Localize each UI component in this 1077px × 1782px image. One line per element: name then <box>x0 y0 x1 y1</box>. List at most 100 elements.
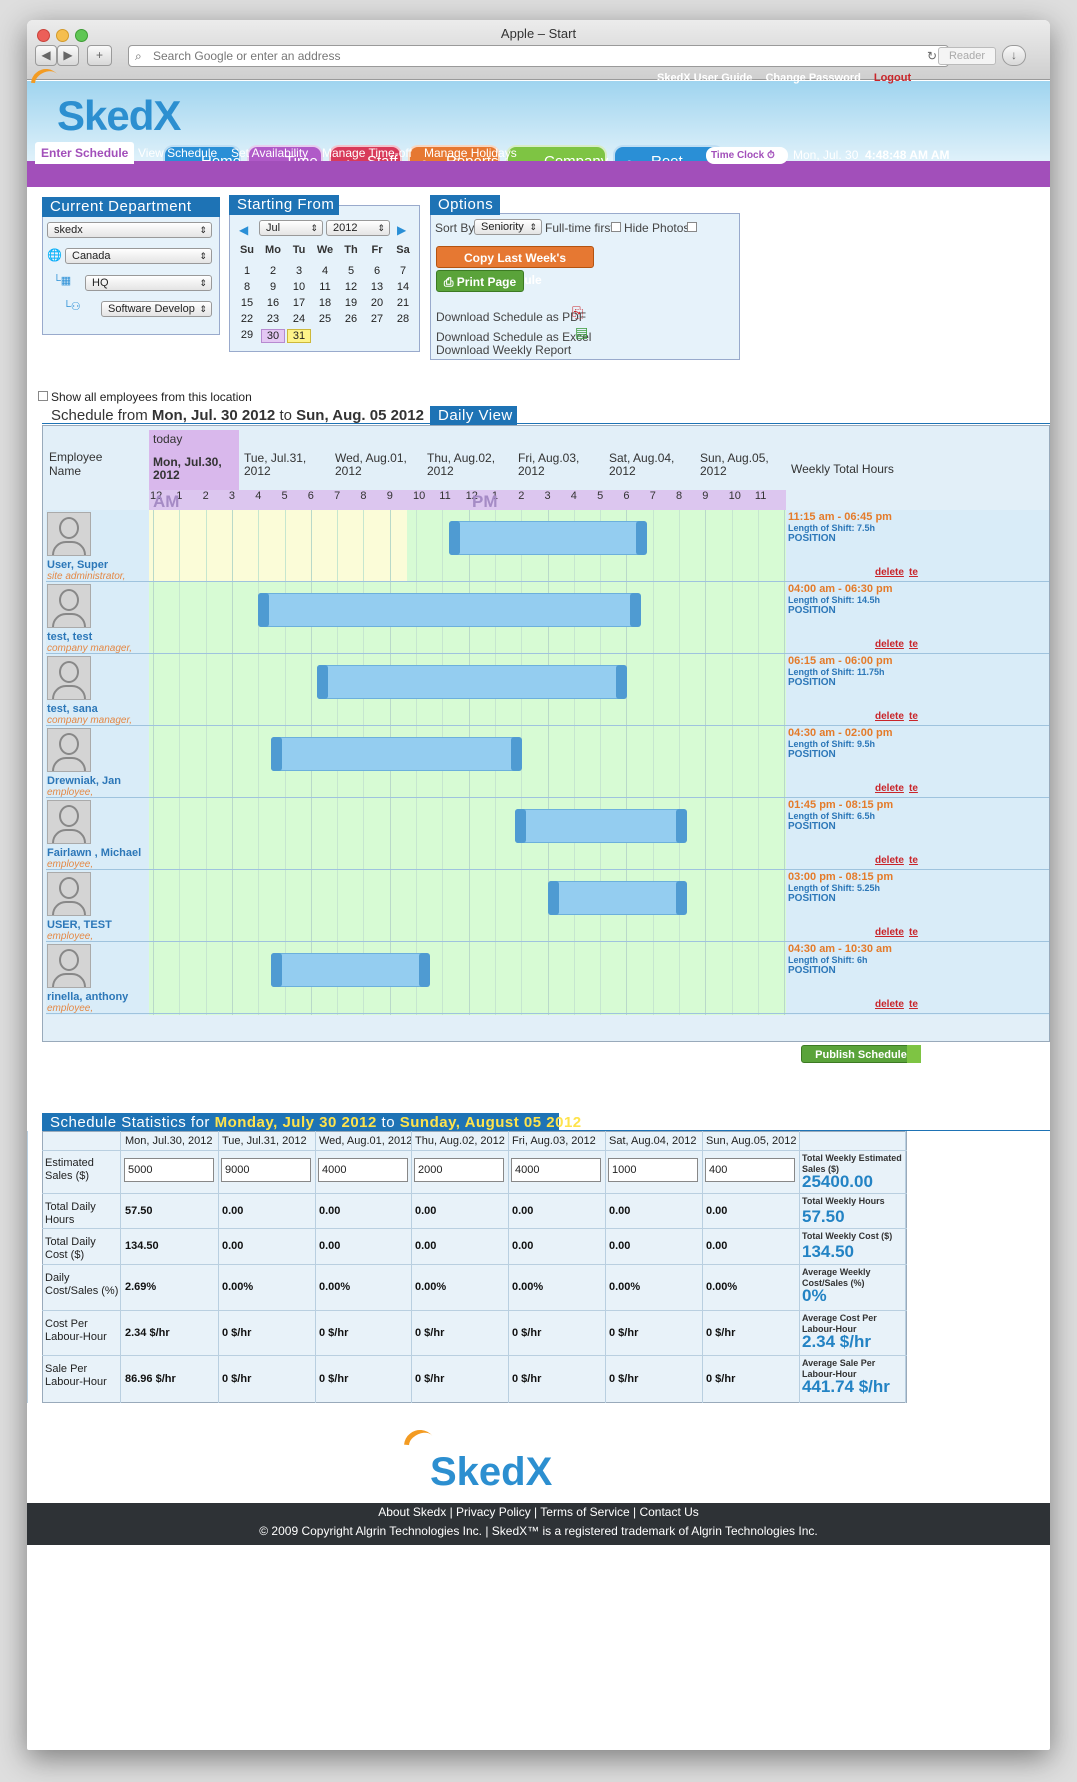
delete-shift-link[interactable]: delete <box>875 855 904 866</box>
employee-name[interactable]: test, sana <box>47 703 98 715</box>
company-select[interactable]: skedx <box>47 222 212 238</box>
sort-by-select[interactable]: Seniority <box>474 219 542 235</box>
avatar[interactable] <box>47 800 91 844</box>
calendar-day[interactable]: 20 <box>365 297 389 309</box>
shift-end-handle[interactable] <box>675 809 687 843</box>
shift-bar[interactable] <box>547 881 687 915</box>
month-select[interactable]: Jul <box>259 220 323 236</box>
about-link[interactable]: About Skedx <box>378 1505 446 1519</box>
employee-name[interactable]: Fairlawn , Michael <box>47 847 141 859</box>
calendar-day[interactable]: 28 <box>391 313 415 325</box>
employee-name[interactable]: test, test <box>47 631 92 643</box>
calendar-day[interactable]: 22 <box>235 313 259 325</box>
calendar-day[interactable]: 1 <box>235 265 259 277</box>
edit-shift-link[interactable]: te <box>909 999 918 1010</box>
calendar-day[interactable]: 30 <box>261 329 285 343</box>
avatar[interactable] <box>47 512 91 556</box>
calendar-day[interactable]: 10 <box>287 281 311 293</box>
calendar-day[interactable]: 29 <box>235 329 259 341</box>
employee-name[interactable]: Drewniak, Jan <box>47 775 121 787</box>
department-select[interactable]: Software Develop <box>101 301 212 317</box>
delete-shift-link[interactable]: delete <box>875 927 904 938</box>
address-bar[interactable]: ⌕ Search Google or enter an address ↻ <box>128 45 949 67</box>
calendar-day[interactable]: 13 <box>365 281 389 293</box>
avatar[interactable] <box>47 944 91 988</box>
calendar-day[interactable]: 8 <box>235 281 259 293</box>
calendar-day[interactable]: 23 <box>261 313 285 325</box>
shift-bar[interactable] <box>514 809 687 843</box>
download-weekly-report-link[interactable]: Download Weekly Report <box>436 343 571 357</box>
forward-button[interactable]: ▶ <box>57 45 79 66</box>
calendar-day[interactable]: 27 <box>365 313 389 325</box>
shift-bar[interactable] <box>258 593 641 627</box>
delete-shift-link[interactable]: delete <box>875 783 904 794</box>
calendar-day[interactable]: 2 <box>261 265 285 277</box>
calendar-day[interactable]: 17 <box>287 297 311 309</box>
calendar-day[interactable]: 25 <box>313 313 337 325</box>
edit-shift-link[interactable]: te <box>909 783 918 794</box>
estimated-sales-input[interactable]: 5000 <box>124 1158 214 1182</box>
next-month-icon[interactable]: ▶ <box>397 223 406 237</box>
delete-shift-link[interactable]: delete <box>875 711 904 722</box>
edit-shift-link[interactable]: te <box>909 567 918 578</box>
shift-bar[interactable] <box>271 737 523 771</box>
reload-icon[interactable]: ↻ <box>927 46 937 66</box>
calendar-day[interactable]: 9 <box>261 281 285 293</box>
subnav-enter-schedule[interactable]: Enter Schedule <box>35 142 135 164</box>
shift-start-handle[interactable] <box>448 521 460 555</box>
calendar-day[interactable]: 6 <box>365 265 389 277</box>
user-guide-link[interactable]: SkedX User Guide <box>657 72 752 84</box>
shift-end-handle[interactable] <box>616 665 628 699</box>
reader-button[interactable]: Reader <box>938 47 996 65</box>
shift-end-handle[interactable] <box>636 521 648 555</box>
estimated-sales-input[interactable]: 400 <box>705 1158 795 1182</box>
shift-end-handle[interactable] <box>629 593 641 627</box>
new-tab-button[interactable]: + <box>87 45 112 66</box>
logout-link[interactable]: Logout <box>874 72 911 84</box>
copy-last-week-button[interactable]: Copy Last Week's Schedule <box>436 246 594 287</box>
shift-start-handle[interactable] <box>271 737 283 771</box>
estimated-sales-input[interactable]: 9000 <box>221 1158 311 1182</box>
edit-shift-link[interactable]: te <box>909 855 918 866</box>
time-clock-button[interactable]: Time Clock ⏱ <box>706 147 788 164</box>
calendar-day[interactable]: 16 <box>261 297 285 309</box>
employee-name[interactable]: rinella, anthony <box>47 991 128 1003</box>
calendar-day[interactable]: 26 <box>339 313 363 325</box>
shift-start-handle[interactable] <box>547 881 559 915</box>
shift-end-handle[interactable] <box>419 953 431 987</box>
shift-end-handle[interactable] <box>675 881 687 915</box>
show-all-employees-checkbox[interactable] <box>38 391 48 401</box>
calendar-day[interactable]: 18 <box>313 297 337 309</box>
calendar-day[interactable]: 31 <box>287 329 311 343</box>
delete-shift-link[interactable]: delete <box>875 567 904 578</box>
calendar-day[interactable]: 19 <box>339 297 363 309</box>
subnav-view-schedule[interactable]: View Schedule <box>138 143 217 163</box>
calendar-day[interactable]: 24 <box>287 313 311 325</box>
edit-shift-link[interactable]: te <box>909 927 918 938</box>
skedx-logo[interactable]: SkedX <box>57 92 181 140</box>
calendar-day[interactable]: 15 <box>235 297 259 309</box>
employee-name[interactable]: USER, TEST <box>47 919 112 931</box>
prev-month-icon[interactable]: ◀ <box>239 223 248 237</box>
shift-start-handle[interactable] <box>514 809 526 843</box>
terms-link[interactable]: Terms of Service <box>540 1505 629 1519</box>
calendar-day[interactable]: 5 <box>339 265 363 277</box>
calendar-day[interactable]: 12 <box>339 281 363 293</box>
avatar[interactable] <box>47 872 91 916</box>
hide-photos-checkbox[interactable] <box>687 222 697 232</box>
fulltime-first-checkbox[interactable] <box>611 222 621 232</box>
calendar-day[interactable]: 21 <box>391 297 415 309</box>
avatar[interactable] <box>47 656 91 700</box>
subnav-set-availability[interactable]: Set Availability <box>231 143 308 163</box>
delete-shift-link[interactable]: delete <box>875 999 904 1010</box>
shift-start-handle[interactable] <box>271 953 283 987</box>
publish-schedule-button[interactable]: Publish Schedule <box>801 1045 921 1063</box>
back-button[interactable]: ◀ <box>35 45 57 66</box>
print-page-button[interactable]: ⎙ Print Page <box>436 270 524 292</box>
estimated-sales-input[interactable]: 1000 <box>608 1158 698 1182</box>
country-select[interactable]: Canada <box>65 248 212 264</box>
shift-start-handle[interactable] <box>317 665 329 699</box>
calendar-day[interactable]: 3 <box>287 265 311 277</box>
estimated-sales-input[interactable]: 4000 <box>511 1158 601 1182</box>
employee-name[interactable]: User, Super <box>47 559 108 571</box>
